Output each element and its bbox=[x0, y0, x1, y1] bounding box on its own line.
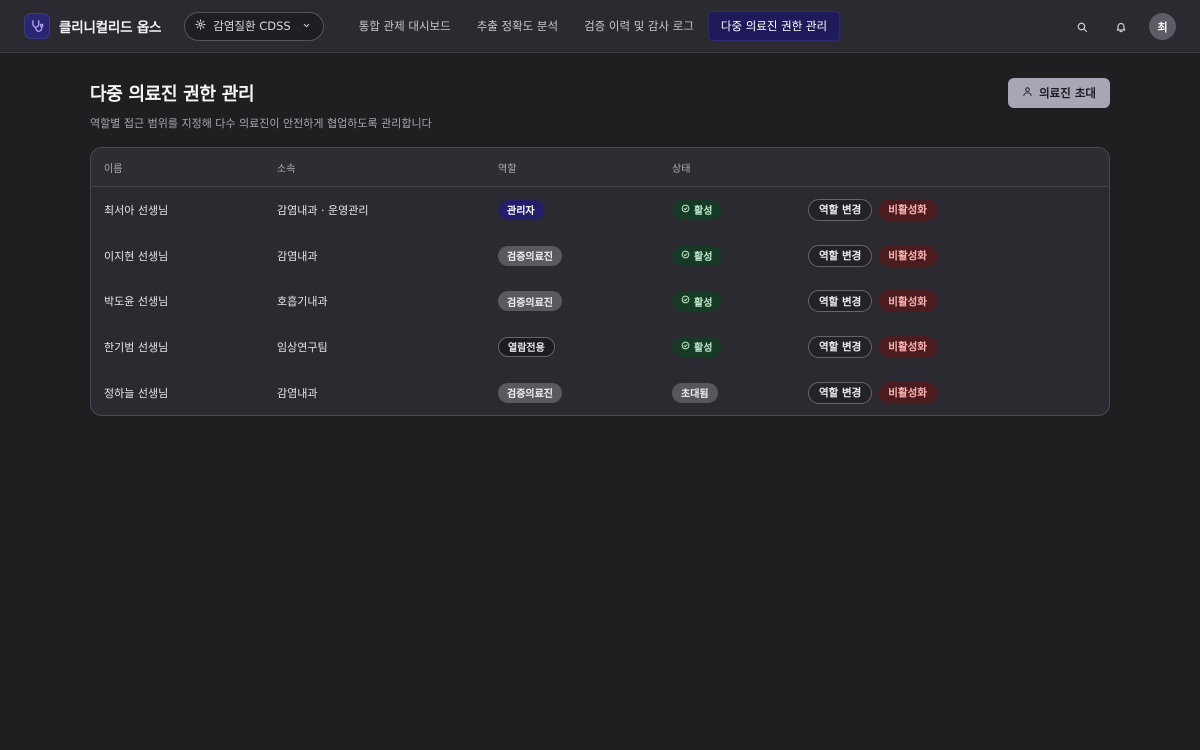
page-subtitle: 역할별 접근 범위를 지정해 다수 의료진이 안전하게 협업하도록 관리합니다 bbox=[90, 117, 432, 130]
check-circle-icon bbox=[681, 295, 690, 307]
staff-dept: 감염내과 bbox=[277, 386, 318, 400]
check-circle-icon bbox=[681, 204, 690, 216]
role-badge: 검증의료진 bbox=[498, 291, 562, 312]
row-actions: 역할 변경 비활성화 bbox=[808, 335, 1109, 358]
nav-item-permissions[interactable]: 다중 의료진 권한 관리 bbox=[707, 11, 841, 41]
row-actions: 역할 변경 비활성화 bbox=[808, 290, 1109, 313]
app-name: 클리니컬리드 옵스 bbox=[59, 20, 162, 36]
stethoscope-icon bbox=[24, 13, 50, 39]
check-circle-icon bbox=[681, 250, 690, 262]
role-badge: 열람전용 bbox=[498, 336, 555, 357]
status-cell: 활성 bbox=[659, 336, 808, 357]
deactivate-button[interactable]: 비활성화 bbox=[878, 198, 937, 221]
table-row: 박도윤 선생님 호흡기내과 검증의료진 활성 역할 변경 비활성화 bbox=[91, 278, 1109, 324]
change-role-button[interactable]: 역할 변경 bbox=[808, 290, 873, 313]
workspace-label: 감염질환 CDSS bbox=[213, 19, 291, 33]
staff-name: 최서아 선생님 bbox=[104, 203, 169, 217]
column-header-status: 상태 bbox=[672, 163, 691, 175]
page-title: 다중 의료진 권한 관리 bbox=[90, 84, 255, 105]
status-cell: 활성 bbox=[659, 291, 808, 312]
change-role-button[interactable]: 역할 변경 bbox=[808, 335, 873, 358]
row-actions: 역할 변경 비활성화 bbox=[808, 198, 1109, 221]
bell-icon[interactable] bbox=[1108, 14, 1133, 39]
nav-item-audit-log[interactable]: 검증 이력 및 감사 로그 bbox=[572, 11, 706, 41]
gear-icon bbox=[195, 19, 206, 33]
workspace-selector[interactable]: 감염질환 CDSS bbox=[184, 11, 324, 41]
status-cell: 초대됨 bbox=[659, 382, 808, 403]
status-badge: 활성 bbox=[672, 199, 722, 220]
staff-dept: 호흡기내과 bbox=[277, 295, 328, 309]
row-actions: 역할 변경 비활성화 bbox=[808, 381, 1109, 404]
role-cell: 관리자 bbox=[485, 199, 659, 220]
status-badge: 활성 bbox=[672, 336, 722, 357]
role-badge: 관리자 bbox=[498, 199, 544, 220]
staff-table: 이름 소속 역할 상태 최서아 선생님 감염내과 · 운영관리 관리자 활성 역… bbox=[90, 147, 1110, 417]
role-badge: 검증의료진 bbox=[498, 382, 562, 403]
status-label: 활성 bbox=[694, 206, 713, 218]
top-bar: 클리니컬리드 옵스 감염질환 CDSS 통합 관제 대시보드 추출 정확도 분석… bbox=[0, 0, 1200, 53]
check-circle-icon bbox=[681, 341, 690, 353]
staff-dept: 임상연구팀 bbox=[277, 340, 328, 354]
user-icon bbox=[1022, 86, 1033, 100]
main-nav: 통합 관제 대시보드 추출 정확도 분석 검증 이력 및 감사 로그 다중 의료… bbox=[347, 11, 841, 41]
role-cell: 검증의료진 bbox=[485, 382, 659, 403]
staff-name: 이지현 선생님 bbox=[104, 249, 169, 263]
main-content: 다중 의료진 권한 관리 역할별 접근 범위를 지정해 다수 의료진이 안전하게… bbox=[0, 53, 1200, 417]
status-cell: 활성 bbox=[659, 245, 808, 266]
top-right-controls: 최 bbox=[1069, 0, 1176, 53]
nav-item-accuracy[interactable]: 추출 정확도 분석 bbox=[465, 11, 570, 41]
page-heading: 다중 의료진 권한 관리 역할별 접근 범위를 지정해 다수 의료진이 안전하게… bbox=[90, 79, 432, 131]
change-role-button[interactable]: 역할 변경 bbox=[808, 244, 873, 267]
staff-dept: 감염내과 bbox=[277, 249, 318, 263]
table-row: 정하늘 선생님 감염내과 검증의료진 초대됨 역할 변경 비활성화 bbox=[91, 370, 1109, 416]
staff-dept: 감염내과 · 운영관리 bbox=[277, 203, 369, 217]
deactivate-button[interactable]: 비활성화 bbox=[878, 244, 937, 267]
staff-name: 한기범 선생님 bbox=[104, 340, 169, 354]
status-label: 활성 bbox=[694, 343, 713, 355]
column-header-role: 역할 bbox=[498, 163, 517, 175]
status-badge: 활성 bbox=[672, 245, 722, 266]
role-cell: 검증의료진 bbox=[485, 245, 659, 266]
status-label: 활성 bbox=[694, 252, 713, 264]
deactivate-button[interactable]: 비활성화 bbox=[878, 335, 937, 358]
nav-item-dashboard[interactable]: 통합 관제 대시보드 bbox=[347, 11, 463, 41]
role-cell: 검증의료진 bbox=[485, 291, 659, 312]
column-header-dept: 소속 bbox=[277, 163, 296, 175]
invite-button[interactable]: 의료진 초대 bbox=[1008, 78, 1110, 108]
status-badge: 활성 bbox=[672, 291, 722, 312]
avatar[interactable]: 최 bbox=[1149, 13, 1176, 40]
brand[interactable]: 클리니컬리드 옵스 bbox=[24, 13, 161, 39]
column-header-name: 이름 bbox=[104, 163, 123, 175]
role-badge: 검증의료진 bbox=[498, 245, 562, 266]
chevron-down-icon bbox=[302, 19, 311, 33]
invite-button-label: 의료진 초대 bbox=[1039, 86, 1096, 100]
row-actions: 역할 변경 비활성화 bbox=[808, 244, 1109, 267]
change-role-button[interactable]: 역할 변경 bbox=[808, 198, 873, 221]
status-label: 활성 bbox=[694, 297, 713, 309]
status-badge: 초대됨 bbox=[672, 382, 718, 403]
table-header: 이름 소속 역할 상태 bbox=[91, 148, 1109, 187]
staff-name: 정하늘 선생님 bbox=[104, 386, 169, 400]
deactivate-button[interactable]: 비활성화 bbox=[878, 381, 937, 404]
role-cell: 열람전용 bbox=[485, 336, 659, 357]
page-header: 다중 의료진 권한 관리 역할별 접근 범위를 지정해 다수 의료진이 안전하게… bbox=[90, 78, 1110, 147]
status-cell: 활성 bbox=[659, 199, 808, 220]
search-icon[interactable] bbox=[1069, 14, 1094, 39]
staff-name: 박도윤 선생님 bbox=[104, 295, 169, 309]
table-row: 이지현 선생님 감염내과 검증의료진 활성 역할 변경 비활성화 bbox=[91, 233, 1109, 279]
table-row: 최서아 선생님 감염내과 · 운영관리 관리자 활성 역할 변경 비활성화 bbox=[91, 187, 1109, 233]
table-row: 한기범 선생님 임상연구팀 열람전용 활성 역할 변경 비활성화 bbox=[91, 324, 1109, 370]
deactivate-button[interactable]: 비활성화 bbox=[878, 290, 937, 313]
change-role-button[interactable]: 역할 변경 bbox=[808, 381, 873, 404]
status-label: 초대됨 bbox=[681, 389, 709, 401]
